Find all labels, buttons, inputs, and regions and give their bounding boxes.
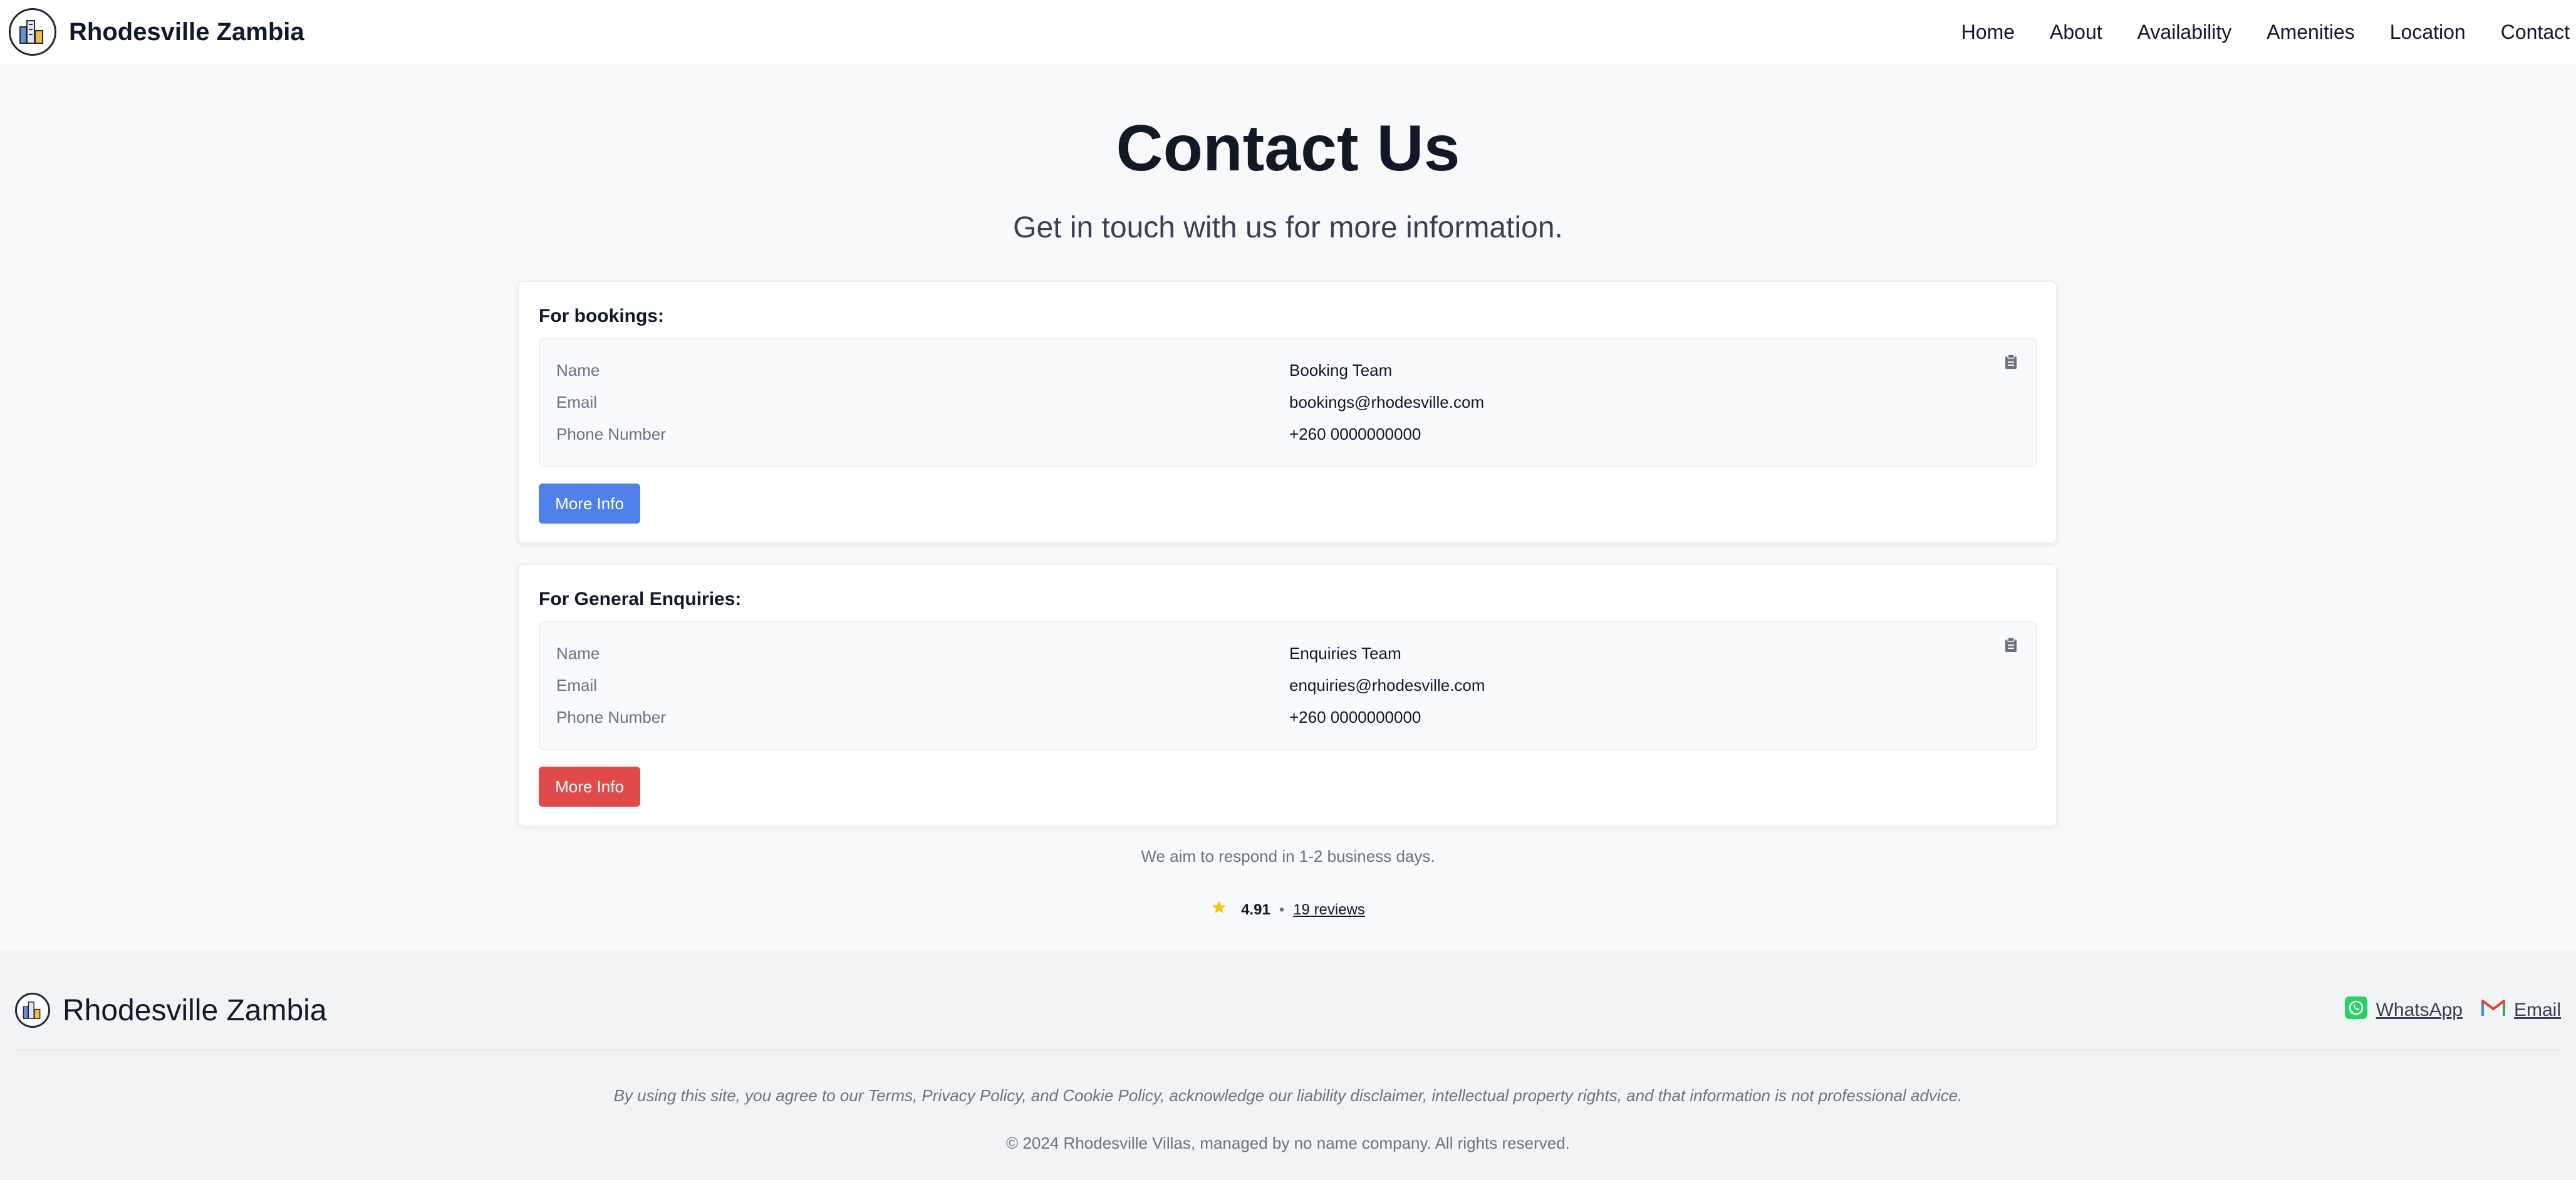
row-label: Phone Number bbox=[556, 708, 666, 727]
row-label: Phone Number bbox=[556, 425, 666, 443]
logo-icon bbox=[15, 993, 50, 1028]
brand[interactable]: Rhodesville Zambia bbox=[9, 8, 304, 56]
row-label: Email bbox=[556, 676, 598, 695]
more-info-button[interactable]: More Info bbox=[539, 484, 640, 524]
footer-links: WhatsApp Email bbox=[2344, 996, 2561, 1024]
nav-contact[interactable]: Contact bbox=[2501, 21, 2570, 44]
site-header: Rhodesville Zambia Home About Availabili… bbox=[0, 0, 2576, 64]
info-row-phone: Phone Number +260 0000000000 bbox=[556, 425, 2016, 450]
nav-home[interactable]: Home bbox=[1961, 21, 2015, 44]
enquiries-card: For General Enquiries: Name Enquiries Te… bbox=[517, 564, 2057, 827]
nav-availability[interactable]: Availability bbox=[2137, 21, 2232, 44]
legal-disclaimer: By using this site, you agree to our Ter… bbox=[613, 1086, 1963, 1105]
rating-score: 4.91 bbox=[1241, 901, 1270, 918]
page-subtitle: Get in touch with us for more informatio… bbox=[1013, 211, 1563, 244]
row-value[interactable]: bookings@rhodesville.com bbox=[1289, 393, 1484, 412]
info-row-phone: Phone Number +260 0000000000 bbox=[556, 708, 2016, 733]
star-icon bbox=[1211, 899, 1227, 920]
whatsapp-icon bbox=[2344, 996, 2367, 1024]
contact-details: Name Booking Team Email bookings@rhodesv… bbox=[539, 338, 2037, 467]
card-heading: For bookings: bbox=[539, 306, 664, 326]
rating-summary: 4.91 • 19 reviews bbox=[0, 899, 2576, 920]
more-info-button[interactable]: More Info bbox=[539, 767, 640, 807]
info-row-name: Name Booking Team bbox=[556, 361, 2016, 386]
footer-link-label: WhatsApp bbox=[2376, 1000, 2463, 1020]
brand-name: Rhodesville Zambia bbox=[69, 18, 304, 46]
card-heading: For General Enquiries: bbox=[539, 589, 742, 609]
main-nav: Home About Availability Amenities Locati… bbox=[1926, 0, 2576, 64]
gmail-icon bbox=[2481, 998, 2505, 1022]
copyright: © 2024 Rhodesville Villas, managed by no… bbox=[1006, 1134, 1570, 1152]
page-title: Contact Us bbox=[1116, 112, 1460, 185]
info-row-name: Name Enquiries Team bbox=[556, 644, 2016, 669]
contact-details: Name Enquiries Team Email enquiries@rhod… bbox=[539, 621, 2037, 750]
nav-location[interactable]: Location bbox=[2390, 21, 2466, 44]
info-row-email: Email bookings@rhodesville.com bbox=[556, 393, 2016, 418]
row-value[interactable]: enquiries@rhodesville.com bbox=[1289, 676, 1485, 695]
row-value[interactable]: +260 0000000000 bbox=[1289, 425, 1421, 444]
footer-whatsapp-link[interactable]: WhatsApp bbox=[2344, 996, 2463, 1024]
footer-divider bbox=[15, 1050, 2561, 1051]
nav-amenities[interactable]: Amenities bbox=[2267, 21, 2355, 44]
bookings-card: For bookings: Name Booking Team Email bo… bbox=[517, 281, 2057, 544]
info-row-email: Email enquiries@rhodesville.com bbox=[556, 676, 2016, 701]
footer-brand-name: Rhodesville Zambia bbox=[63, 993, 327, 1027]
row-label: Name bbox=[556, 644, 600, 663]
row-value[interactable]: +260 0000000000 bbox=[1289, 708, 1421, 727]
rating-separator: • bbox=[1279, 901, 1285, 918]
row-label: Name bbox=[556, 361, 600, 380]
footer-link-label: Email bbox=[2513, 1000, 2561, 1020]
row-value: Booking Team bbox=[1289, 361, 1393, 380]
nav-about[interactable]: About bbox=[2050, 21, 2102, 44]
footer-brand[interactable]: Rhodesville Zambia bbox=[15, 993, 327, 1028]
row-label: Email bbox=[556, 393, 598, 411]
footer-top: Rhodesville Zambia WhatsApp Email bbox=[15, 982, 2561, 1038]
logo-icon bbox=[9, 8, 56, 56]
site-footer: Rhodesville Zambia WhatsApp Email By usi… bbox=[0, 951, 2576, 1180]
reviews-link[interactable]: 19 reviews bbox=[1293, 901, 1365, 919]
response-note: We aim to respond in 1-2 business days. bbox=[1141, 847, 1435, 866]
row-value: Enquiries Team bbox=[1289, 644, 1401, 663]
footer-email-link[interactable]: Email bbox=[2481, 998, 2561, 1022]
